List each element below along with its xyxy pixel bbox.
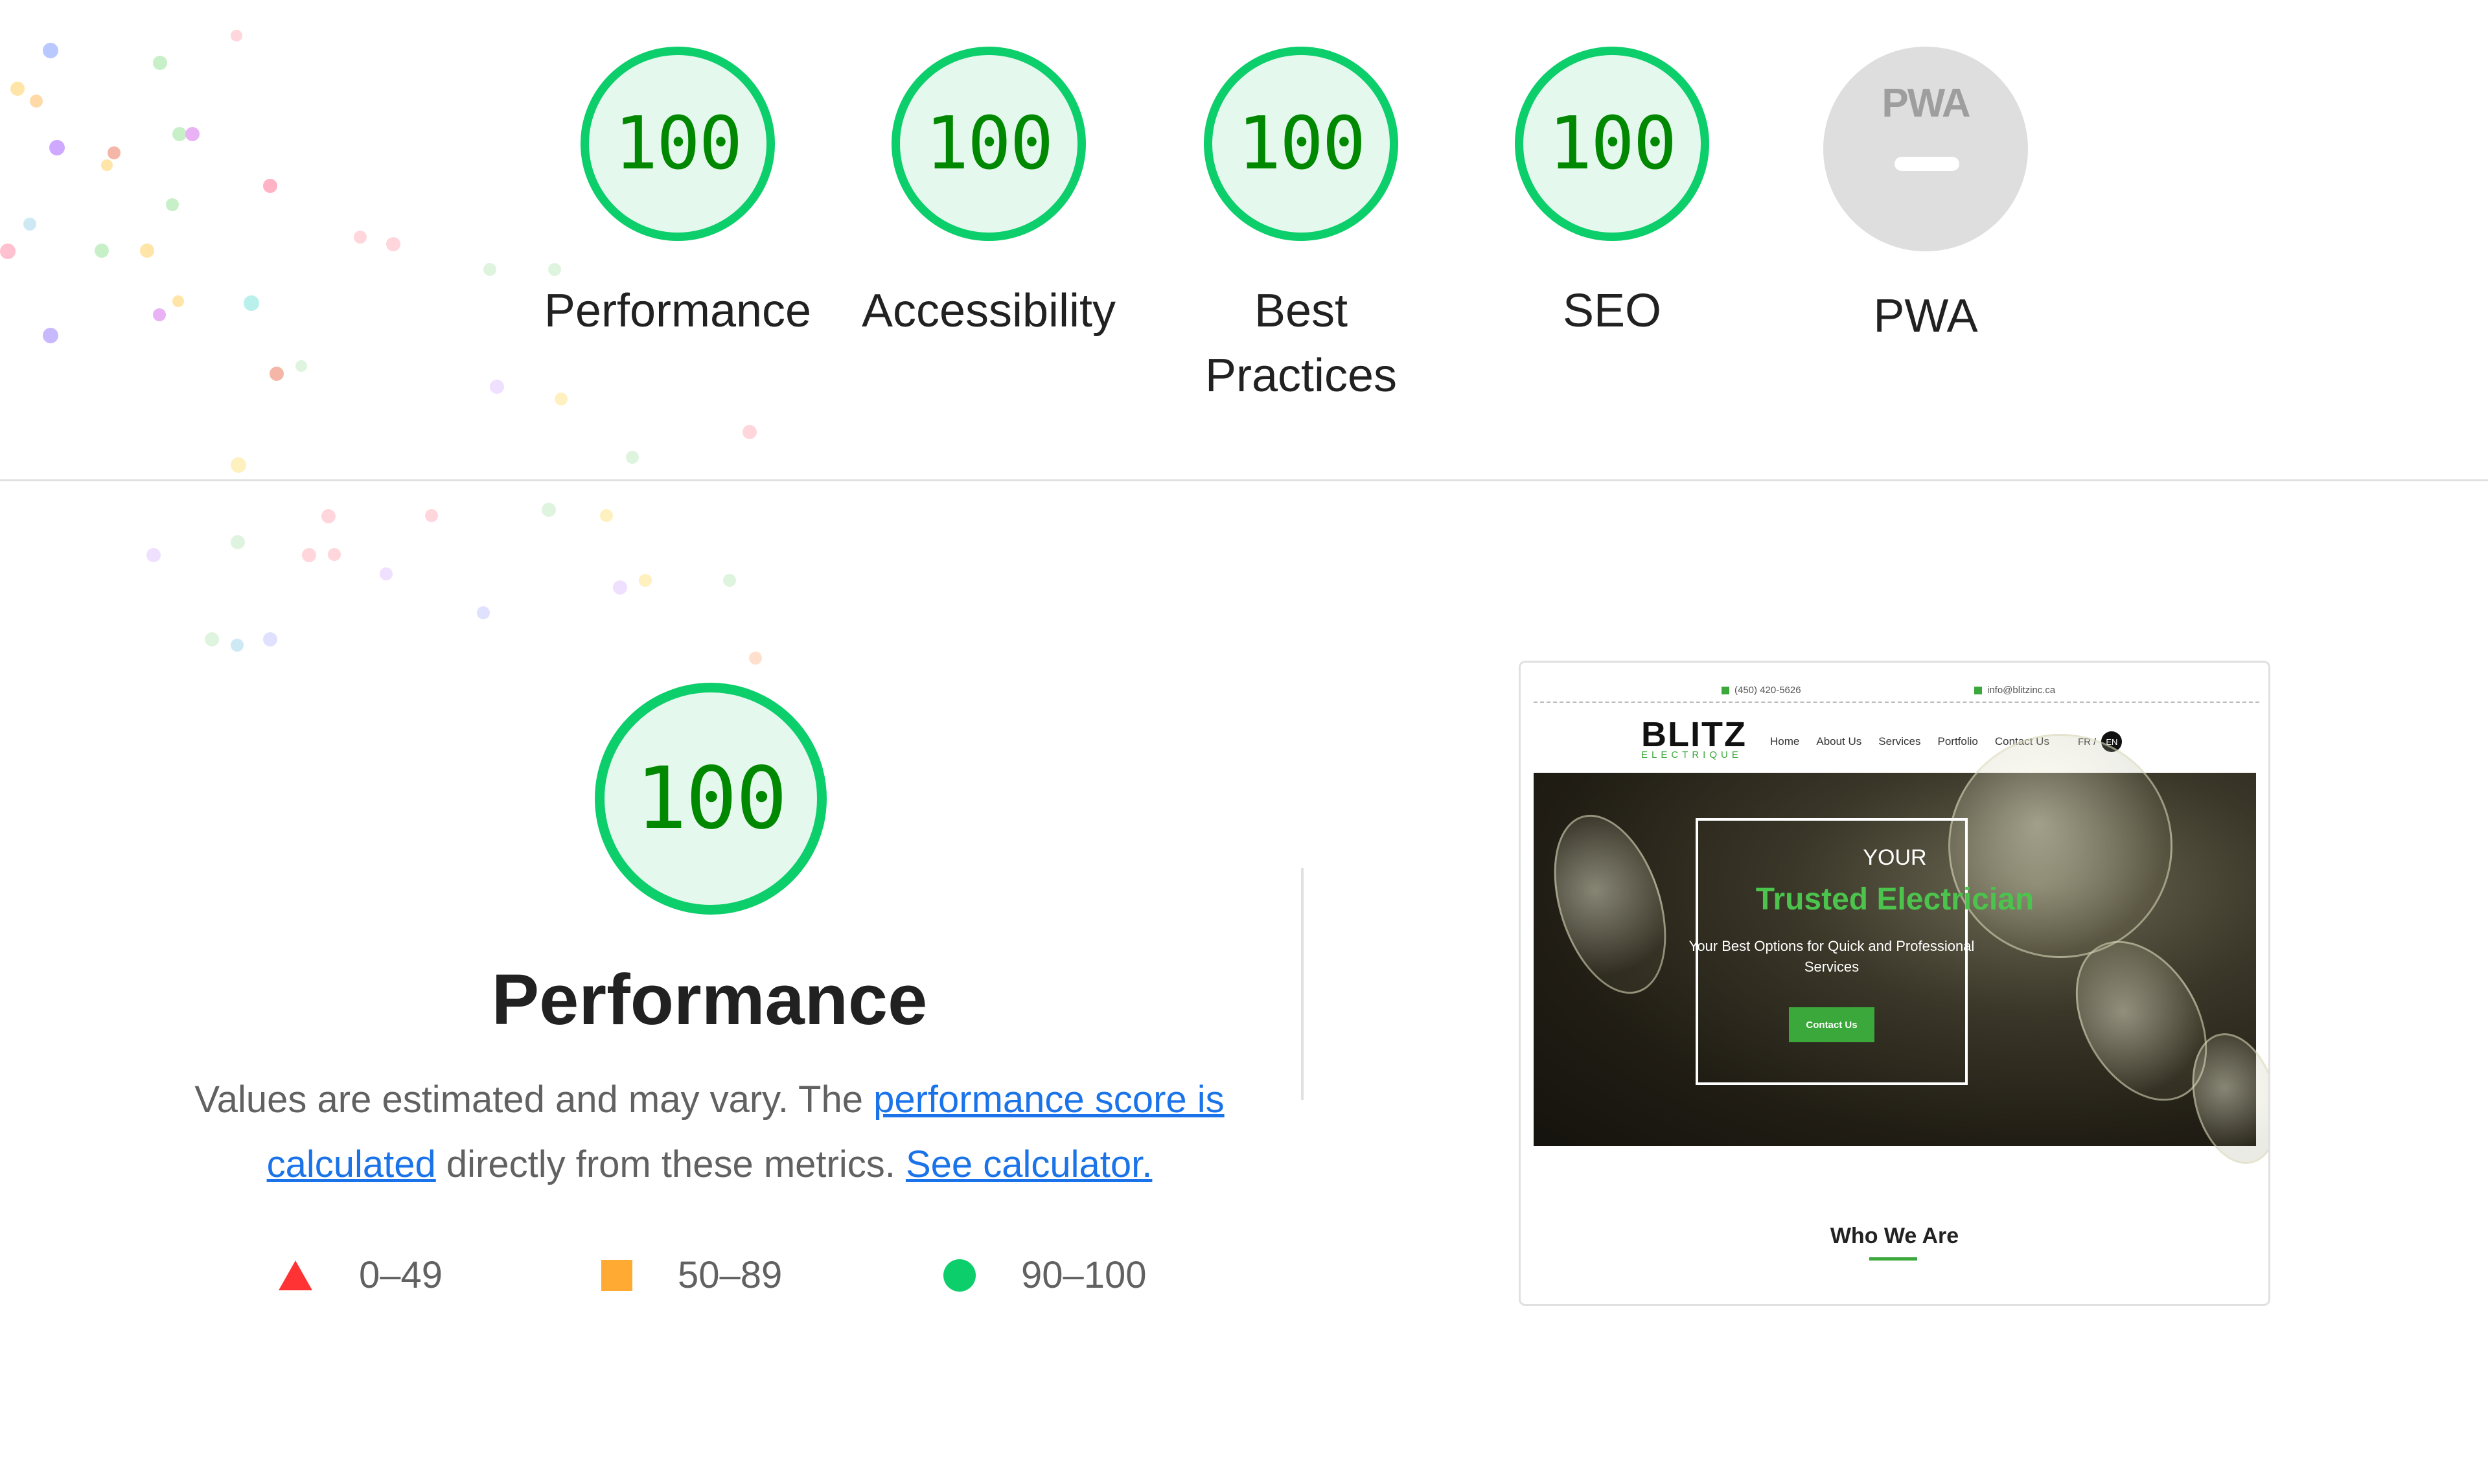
hero-contact-button: Contact Us xyxy=(1789,1007,1874,1042)
site-nav-item: About Us xyxy=(1816,735,1862,748)
gauge-score: 100 xyxy=(1237,102,1366,186)
red-triangle-icon xyxy=(279,1260,312,1290)
gauge-best-practices[interactable]: 100 Best Practices xyxy=(1120,47,1482,408)
performance-description: Values are estimated and may vary. The p… xyxy=(175,1067,1244,1197)
gauge-pwa[interactable]: PWA PWA xyxy=(1744,47,2107,348)
see-calculator-link[interactable]: See calculator. xyxy=(906,1143,1152,1185)
lighthouse-report: 100 Performance 100 Accessibility 100 Be… xyxy=(0,0,2488,1484)
section-underline xyxy=(1869,1257,1917,1261)
gauge-label: Best Practices xyxy=(1204,285,1398,402)
gauge-ring: 100 xyxy=(581,47,775,241)
hero-line1: YOUR xyxy=(1863,845,1927,870)
gauge-performance[interactable]: 100 Performance xyxy=(496,47,859,343)
site-logo: BLITZ ELECTRIQUE xyxy=(1641,714,1747,760)
gauge-accessibility[interactable]: 100 Accessibility xyxy=(807,47,1170,343)
legend-label: 0–49 xyxy=(359,1254,443,1296)
site-section-title: Who We Are xyxy=(1830,1224,1959,1248)
gauge-score: 100 xyxy=(925,102,1054,186)
pwa-badge-icon: PWA xyxy=(1823,47,2028,251)
vertical-separator xyxy=(1301,868,1304,1100)
site-nav-item: Portfolio xyxy=(1937,735,1978,748)
performance-score: 100 xyxy=(635,749,787,849)
performance-gauge: 100 xyxy=(595,683,827,915)
category-gauges: 100 Performance 100 Accessibility 100 Be… xyxy=(0,47,2488,435)
gauge-seo[interactable]: 100 SEO xyxy=(1431,47,1793,343)
gauge-label: Accessibility xyxy=(861,285,1116,337)
gauge-ring: 100 xyxy=(595,683,827,915)
site-phone: (450) 420-5626 xyxy=(1722,685,1801,696)
gauge-ring: 100 xyxy=(1204,47,1398,241)
legend-label: 90–100 xyxy=(1021,1254,1147,1296)
site-topbar: (450) 420-5626 info@blitzinc.ca xyxy=(1521,681,2268,700)
legend-pass: 90–100 xyxy=(943,1253,1147,1297)
legend-label: 50–89 xyxy=(678,1254,783,1296)
pwa-icon-text: PWA xyxy=(1882,81,1970,126)
gauge-label: Performance xyxy=(544,285,812,337)
green-circle-icon xyxy=(943,1259,976,1292)
gauge-label: SEO xyxy=(1562,285,1662,337)
gauge-ring: 100 xyxy=(892,47,1086,241)
site-topbar-divider xyxy=(1534,702,2259,704)
desc-text: directly from these metrics. xyxy=(435,1143,906,1185)
site-nav-item: Services xyxy=(1878,735,1921,748)
final-screenshot-thumbnail[interactable]: (450) 420-5626 info@blitzinc.ca BLITZ EL… xyxy=(1519,661,2270,1306)
gauge-label: PWA xyxy=(1873,290,1978,342)
gauge-ring: 100 xyxy=(1515,47,1709,241)
desc-text: Values are estimated and may vary. The xyxy=(194,1079,874,1121)
pwa-dash-icon xyxy=(1895,157,1959,171)
score-scale-legend: 0–49 50–89 90–100 xyxy=(0,1253,1296,1305)
site-nav-item: Home xyxy=(1770,735,1800,748)
performance-title: Performance xyxy=(491,960,928,1040)
orange-square-icon xyxy=(601,1259,632,1291)
site-hero: YOUR Trusted Electrician Your Best Optio… xyxy=(1533,734,2268,1174)
gauge-score: 100 xyxy=(614,102,743,186)
gauge-score: 100 xyxy=(1548,102,1677,186)
legend-fail: 0–49 xyxy=(279,1253,443,1297)
header-divider xyxy=(0,479,2488,481)
hero-subtitle: Your Best Options for Quick and Professi… xyxy=(1688,938,1975,975)
site-logo-text: BLITZ xyxy=(1641,715,1747,754)
site-logo-subtext: ELECTRIQUE xyxy=(1641,749,1742,760)
hero-line2: Trusted Electrician xyxy=(1755,882,2034,917)
legend-average: 50–89 xyxy=(601,1253,782,1297)
site-email: info@blitzinc.ca xyxy=(1974,685,2055,696)
